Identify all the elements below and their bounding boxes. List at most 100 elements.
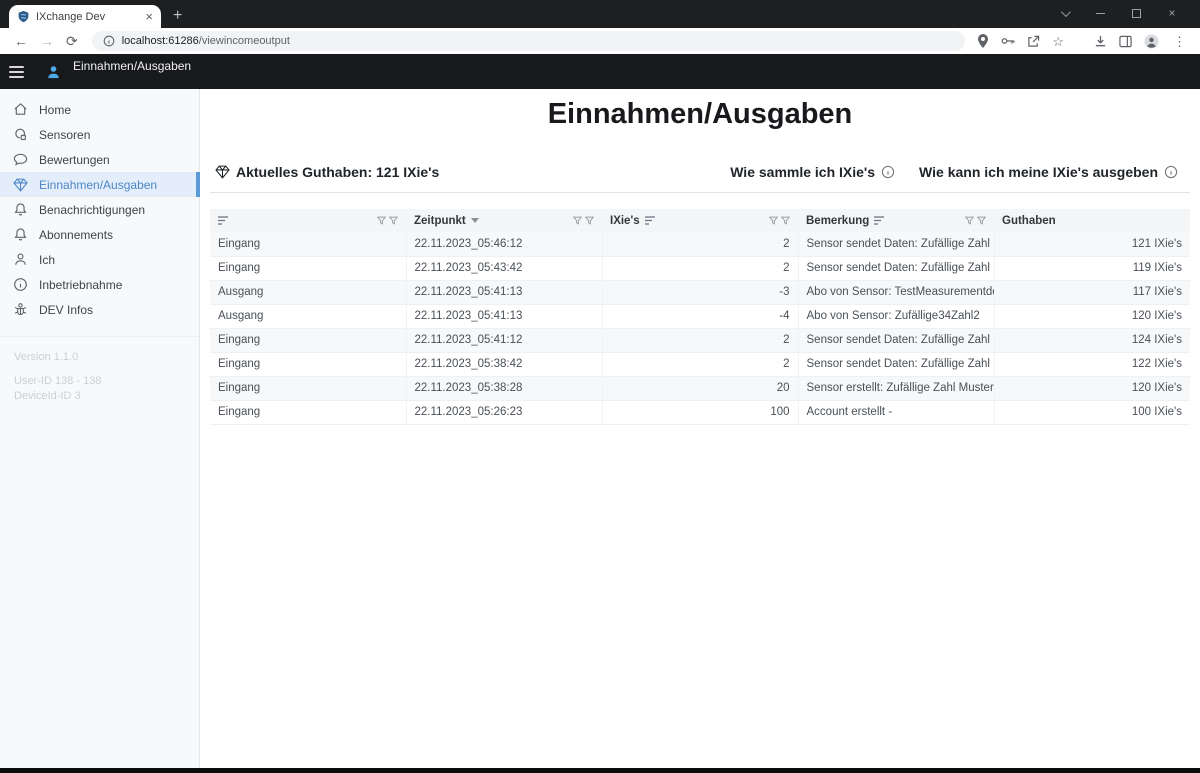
table-row[interactable]: Ausgang 22.11.2023_05:41:13 -3 Abo von S… [210,280,1190,304]
filter-funnel-icon[interactable] [389,216,398,225]
bottom-edge-bar [0,768,1200,773]
help-link-spend[interactable]: Wie kann ich meine IXie's ausgeben [919,164,1178,180]
cell-zeitpunkt: 22.11.2023_05:43:42 [406,256,602,280]
filter-funnel-icon[interactable] [769,216,778,225]
filter-icons[interactable] [965,216,986,225]
user-avatar-icon[interactable] [46,64,61,80]
sidebar-item-label: DEV Infos [39,303,93,317]
new-tab-button[interactable]: + [173,8,182,24]
address-bar[interactable]: localhost:61286/viewincomeoutput [92,31,966,51]
table-row[interactable]: Eingang 22.11.2023_05:26:23 100 Account … [210,400,1190,424]
column-menu-icon[interactable] [645,216,656,225]
transactions-table: Zeitpunkt IXie's [210,209,1190,425]
column-header-bemerkung[interactable]: Bemerkung [798,209,994,232]
window-maximize-button[interactable] [1118,6,1154,20]
browser-menu-icon[interactable]: ⋮ [1171,35,1188,48]
diamond-icon [13,178,28,192]
site-favicon-icon [17,10,30,23]
info-circle-icon[interactable] [881,165,895,179]
sidebar-item-bewertungen[interactable]: Bewertungen [0,147,199,172]
reload-icon[interactable]: ⟳ [60,34,84,48]
cell-guthaben: 122 IXie's [994,352,1190,376]
sidebar-footer: Version 1.1.0 User-ID 138 - 138 DeviceId… [0,337,199,417]
sidebar-item-benachrichtigungen[interactable]: Benachrichtigungen [0,197,199,222]
sidebar-item-ich[interactable]: Ich [0,247,199,272]
help-link-label: Wie kann ich meine IXie's ausgeben [919,164,1158,180]
cell-type: Eingang [210,352,406,376]
cell-guthaben: 100 IXie's [994,400,1190,424]
cell-bemerkung: Sensor sendet Daten: Zufällige Zahl Must… [798,352,994,376]
page-info-icon[interactable] [103,35,115,47]
help-link-collect[interactable]: Wie sammle ich IXie's [730,164,895,180]
cell-type: Ausgang [210,280,406,304]
device-id-label: DeviceId-ID 3 [14,389,185,404]
cell-ixies: 2 [602,352,798,376]
filter-funnel-icon[interactable] [977,216,986,225]
table-row[interactable]: Eingang 22.11.2023_05:43:42 2 Sensor sen… [210,256,1190,280]
cell-zeitpunkt: 22.11.2023_05:38:42 [406,352,602,376]
column-header-type[interactable] [210,209,406,232]
cell-bemerkung: Sensor erstellt: Zufällige Zahl Musterma… [798,376,994,400]
cell-type: Eingang [210,256,406,280]
sidebar-item-einnahmen-ausgaben[interactable]: Einnahmen/Ausgaben [0,172,199,197]
table-row[interactable]: Eingang 22.11.2023_05:46:12 2 Sensor sen… [210,232,1190,256]
cell-type: Eingang [210,328,406,352]
column-menu-icon[interactable] [218,216,229,225]
cell-ixies: -3 [602,280,798,304]
sort-caret-icon[interactable] [471,218,479,223]
current-balance: Aktuelles Guthaben: 121 IXie's [215,164,439,180]
cell-zeitpunkt: 22.11.2023_05:41:12 [406,328,602,352]
cell-ixies: 2 [602,256,798,280]
filter-icons[interactable] [573,216,594,225]
sidebar-item-dev-infos[interactable]: DEV Infos [0,297,199,322]
cell-type: Eingang [210,232,406,256]
table-row[interactable]: Eingang 22.11.2023_05:38:42 2 Sensor sen… [210,352,1190,376]
column-header-guthaben[interactable]: Guthaben [994,209,1190,232]
url-host: localhost:61286 [122,35,199,47]
balance-row: Aktuelles Guthaben: 121 IXie's Wie samml… [215,164,1178,180]
back-icon[interactable]: ← [8,34,34,48]
window-minimize-button[interactable] [1082,6,1118,20]
sensor-icon [13,127,28,142]
cell-zeitpunkt: 22.11.2023_05:41:13 [406,280,602,304]
cell-ixies: 100 [602,400,798,424]
help-link-label: Wie sammle ich IXie's [730,164,875,180]
column-menu-icon[interactable] [874,216,885,225]
table-row[interactable]: Eingang 22.11.2023_05:38:28 20 Sensor er… [210,376,1190,400]
info-circle-icon[interactable] [1164,165,1178,179]
filter-icons[interactable] [377,216,398,225]
share-icon[interactable] [1027,35,1040,48]
tab-close-icon[interactable]: × [145,10,153,23]
filter-icons[interactable] [769,216,790,225]
column-header-zeitpunkt[interactable]: Zeitpunkt [406,209,602,232]
table-row[interactable]: Eingang 22.11.2023_05:41:12 2 Sensor sen… [210,328,1190,352]
filter-funnel-icon[interactable] [585,216,594,225]
cell-guthaben: 121 IXie's [994,232,1190,256]
filter-funnel-icon[interactable] [965,216,974,225]
filter-funnel-icon[interactable] [377,216,386,225]
column-header-ixies[interactable]: IXie's [602,209,798,232]
filter-funnel-icon[interactable] [573,216,582,225]
window-close-button[interactable]: × [1154,6,1190,20]
tab-search-icon[interactable] [1046,6,1082,20]
downloads-icon[interactable] [1094,35,1107,48]
browser-tab[interactable]: IXchange Dev × [9,5,161,28]
password-key-icon[interactable] [1001,35,1015,47]
side-panel-icon[interactable] [1119,35,1132,48]
bookmark-star-icon[interactable]: ☆ [1052,35,1064,48]
sidebar-item-inbetriebnahme[interactable]: Inbetriebnahme [0,272,199,297]
sidebar-item-home[interactable]: Home [0,97,199,122]
cell-type: Eingang [210,400,406,424]
cell-ixies: 2 [602,232,798,256]
profile-avatar-icon[interactable] [1144,34,1159,49]
forward-icon[interactable]: → [34,34,60,48]
filter-funnel-icon[interactable] [781,216,790,225]
sidebar-item-abonnements[interactable]: Abonnements [0,222,199,247]
location-pin-icon[interactable] [977,34,989,48]
hamburger-menu-icon[interactable] [9,66,24,78]
cell-guthaben: 124 IXie's [994,328,1190,352]
sidebar-item-sensoren[interactable]: Sensoren [0,122,199,147]
table-row[interactable]: Ausgang 22.11.2023_05:41:13 -4 Abo von S… [210,304,1190,328]
column-label: Zeitpunkt [414,215,466,227]
chat-bubble-icon [13,152,28,167]
